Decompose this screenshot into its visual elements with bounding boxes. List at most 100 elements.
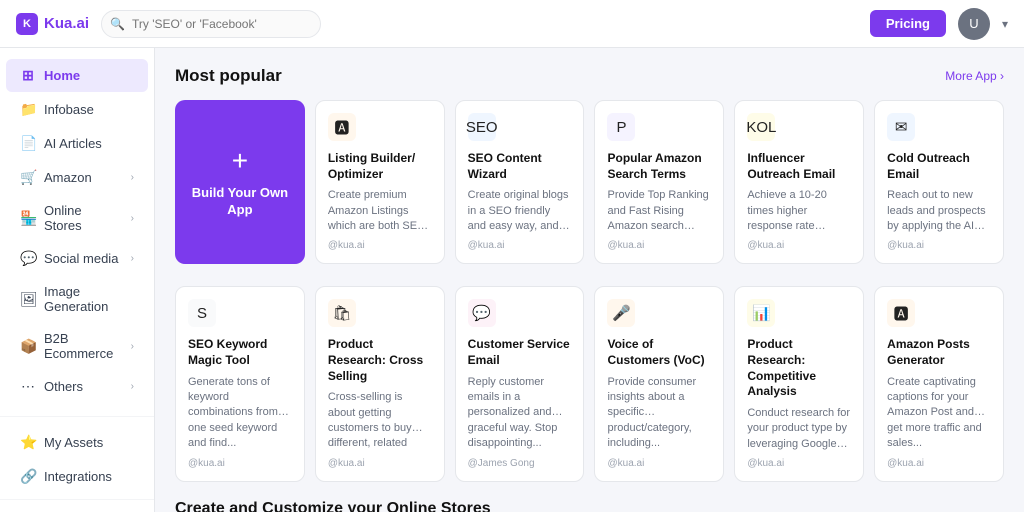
card-author: @James Gong	[468, 458, 572, 469]
card-desc: Reply customer emails in a personalized …	[468, 375, 572, 452]
card-desc: Achieve a 10-20 times higher response ra…	[747, 188, 851, 234]
popular-card-0[interactable]: 🅰 Listing Builder/ Optimizer Create prem…	[315, 100, 445, 264]
card-desc: Generate tons of keyword combinations fr…	[188, 375, 292, 452]
popular-card-4[interactable]: ✉ Cold Outreach Email Reach out to new l…	[874, 100, 1004, 264]
chevron-icon: ›	[131, 341, 134, 352]
sidebar-label-infobase: Infobase	[44, 102, 94, 117]
sidebar-item-ai-articles[interactable]: 📄 AI Articles	[6, 127, 148, 160]
sidebar-label-b2b: B2B Ecommerce	[44, 331, 123, 361]
card-icon-row: S	[188, 299, 292, 327]
sidebar-item-amazon[interactable]: 🛒 Amazon ›	[6, 161, 148, 194]
search-bar: 🔍	[101, 10, 321, 38]
popular-section-header: Most popular More App ›	[175, 66, 1004, 86]
card-icon: KOL	[747, 113, 775, 141]
card-author: @kua.ai	[747, 240, 851, 251]
logo-icon: K	[16, 13, 38, 35]
sidebar-label-social-media: Social media	[44, 251, 118, 266]
infobase-icon: 📁	[20, 101, 36, 118]
card-title: Cold Outreach Email	[887, 151, 991, 182]
sidebar-item-social-media[interactable]: 💬 Social media ›	[6, 242, 148, 275]
more-app-link[interactable]: More App ›	[945, 69, 1004, 83]
popular-card-2[interactable]: P Popular Amazon Search Terms Provide To…	[594, 100, 724, 264]
user-avatar-button[interactable]: U	[958, 8, 990, 40]
sidebar-label-image-gen: Image Generation	[44, 284, 134, 314]
card-author: @kua.ai	[188, 458, 292, 469]
sidebar-label-amazon: Amazon	[44, 170, 92, 185]
card-author: @kua.ai	[747, 458, 851, 469]
card-title: Popular Amazon Search Terms	[607, 151, 711, 182]
card-desc: Reach out to new leads and prospects by …	[887, 188, 991, 234]
user-chevron-icon[interactable]: ▾	[1002, 17, 1008, 31]
card-title: SEO Keyword Magic Tool	[188, 337, 292, 368]
chevron-icon: ›	[131, 253, 134, 264]
sidebar-label-ai-articles: AI Articles	[44, 136, 102, 151]
popular-title: Most popular	[175, 66, 282, 86]
sidebar-item-my-assets[interactable]: ⭐ My Assets	[6, 426, 148, 459]
card-title: Amazon Posts Generator	[887, 337, 991, 368]
sidebar-item-infobase[interactable]: 📁 Infobase	[6, 93, 148, 126]
sidebar-item-integrations[interactable]: 🔗 Integrations	[6, 460, 148, 493]
logo[interactable]: K Kua.ai	[16, 13, 89, 35]
card-icon: 🛍	[328, 299, 356, 327]
online-stores-icon: 🏪	[20, 210, 36, 227]
card-icon: 🅰	[887, 299, 915, 327]
search-input[interactable]	[101, 10, 321, 38]
popular-card2-0[interactable]: S SEO Keyword Magic Tool Generate tons o…	[175, 286, 305, 482]
sidebar-item-home[interactable]: ⊞ Home	[6, 59, 148, 92]
card-title: Product Research: Competitive Analysis	[747, 337, 851, 399]
card-author: @kua.ai	[328, 240, 432, 251]
card-author: @kua.ai	[887, 458, 991, 469]
popular-card-1[interactable]: SEO SEO Content Wizard Create original b…	[455, 100, 585, 264]
sidebar-item-others[interactable]: ⋯ Others ›	[6, 370, 148, 403]
card-icon: S	[188, 299, 216, 327]
card-desc: Provide Top Ranking and Fast Rising Amaz…	[607, 188, 711, 234]
card-title: Influencer Outreach Email	[747, 151, 851, 182]
sidebar-item-online-stores[interactable]: 🏪 Online Stores ›	[6, 195, 148, 241]
user-row[interactable]: MA marginalvr10 Free ⇅	[0, 506, 154, 512]
card-icon-row: 🅰	[328, 113, 432, 141]
sidebar-label-others: Others	[44, 379, 83, 394]
card-icon-row: 💬	[468, 299, 572, 327]
sidebar: ⊞ Home 📁 Infobase 📄 AI Articles 🛒 Amazon…	[0, 48, 155, 512]
home-icon: ⊞	[20, 67, 36, 84]
popular-card-3[interactable]: KOL Influencer Outreach Email Achieve a …	[734, 100, 864, 264]
card-icon: P	[607, 113, 635, 141]
card-icon: SEO	[468, 113, 496, 141]
popular-card2-4[interactable]: 📊 Product Research: Competitive Analysis…	[734, 286, 864, 482]
card-icon: 💬	[468, 299, 496, 327]
sidebar-item-label: Integrations	[44, 469, 112, 484]
build-own-app-card[interactable]: + Build Your Own App	[175, 100, 305, 264]
card-icon-row: P	[607, 113, 711, 141]
card-icon-row: KOL	[747, 113, 851, 141]
others-icon: ⋯	[20, 378, 36, 395]
popular-card2-1[interactable]: 🛍 Product Research: Cross Selling Cross-…	[315, 286, 445, 482]
pricing-button[interactable]: Pricing	[870, 10, 946, 37]
hero-label: Build Your Own App	[191, 185, 289, 219]
integrations-icon: 🔗	[20, 468, 36, 485]
card-desc: Provide consumer insights about a specif…	[607, 375, 711, 452]
sidebar-item-b2b[interactable]: 📦 B2B Ecommerce ›	[6, 323, 148, 369]
popular-card2-3[interactable]: 🎤 Voice of Customers (VoC) Provide consu…	[594, 286, 724, 482]
sidebar-item-image-gen[interactable]: 🖼 Image Generation	[6, 276, 148, 322]
search-icon: 🔍	[110, 17, 125, 31]
card-icon-row: ✉	[887, 113, 991, 141]
main-content: Most popular More App › + Build Your Own…	[155, 48, 1024, 512]
card-desc: Create captivating captions for your Ama…	[887, 375, 991, 452]
sidebar-label-online-stores: Online Stores	[44, 203, 123, 233]
card-title: Product Research: Cross Selling	[328, 337, 432, 384]
b2b-icon: 📦	[20, 338, 36, 355]
card-desc: Cross-selling is about getting customers…	[328, 390, 432, 452]
card-icon-row: 🅰	[887, 299, 991, 327]
popular-card2-2[interactable]: 💬 Customer Service Email Reply customer …	[455, 286, 585, 482]
card-author: @kua.ai	[887, 240, 991, 251]
popular-card2-5[interactable]: 🅰 Amazon Posts Generator Create captivat…	[874, 286, 1004, 482]
card-icon: 📊	[747, 299, 775, 327]
chevron-icon: ›	[131, 172, 134, 183]
card-title: SEO Content Wizard	[468, 151, 572, 182]
card-icon-row: SEO	[468, 113, 572, 141]
card-author: @kua.ai	[607, 458, 711, 469]
card-icon: 🅰	[328, 113, 356, 141]
ai-articles-icon: 📄	[20, 135, 36, 152]
online-stores-title: Create and Customize your Online Stores	[175, 500, 1004, 512]
card-title: Listing Builder/ Optimizer	[328, 151, 432, 182]
